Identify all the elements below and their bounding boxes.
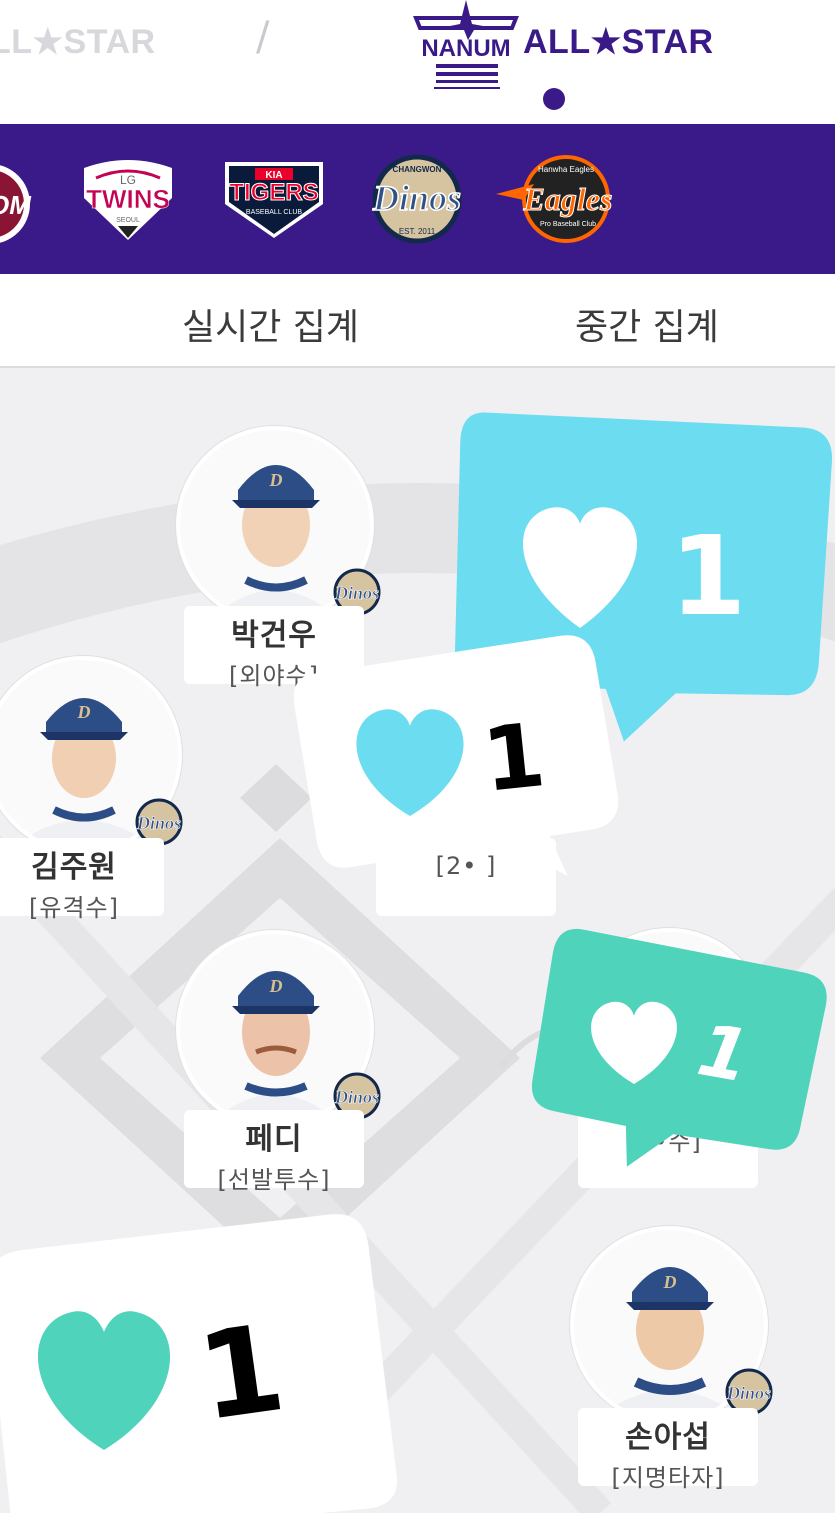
lg-logo-sub: SEOUL <box>116 217 140 224</box>
tab-nanum-allstar[interactable]: ALL★STAR <box>523 22 714 62</box>
team-logo-nc-dinos[interactable]: CHANGWON Dinos EST. 2011 <box>352 154 482 244</box>
kia-logo-text: TIGERS <box>229 179 318 206</box>
team-logo-heroes[interactable]: OM <box>0 164 40 244</box>
player-position: [유격수] <box>29 894 119 922</box>
like-bubble-white-large: 1 <box>0 1214 397 1513</box>
svg-text:Dinos: Dinos <box>136 813 181 833</box>
hanwha-logo-sub: Pro Baseball Club <box>540 221 596 228</box>
vote-count-tabs: 실시간 집계 중간 집계 <box>0 274 835 368</box>
baseball-field: D Dinos 박건우 [외야수] D Dinos 김주원 [유격수] [2• … <box>0 368 835 1513</box>
tab-separator: / <box>256 14 270 60</box>
team-logo-lg-twins[interactable]: LG TWINS SEOUL <box>76 158 180 242</box>
svg-text:D: D <box>269 470 283 490</box>
like-count: 1 <box>670 512 747 640</box>
like-bubble-white: 1 <box>293 635 619 877</box>
lg-logo-text: TWINS <box>86 184 170 214</box>
kia-logo-sub: BASEBALL CLUB <box>246 209 302 216</box>
team-logo-hanwha-eagles[interactable]: Hanwha Eagles Eagles Pro Baseball Club <box>494 154 634 244</box>
team-logo-strip: OM LG TWINS SEOUL KIA TIGERS BASEBALL CL… <box>0 124 835 274</box>
player-nameplate: 페디 [선발투수] <box>184 1110 364 1194</box>
player-nameplate: 손아섭 [지명타자] <box>578 1408 758 1492</box>
nc-logo-top: CHANGWON <box>393 165 442 174</box>
allstar-header: LL★STAR / NANUM ALL★STAR <box>0 0 835 124</box>
tab-realtime-count[interactable]: 실시간 집계 <box>182 298 359 350</box>
tab-interim-count[interactable]: 중간 집계 <box>575 298 719 350</box>
svg-text:D: D <box>269 976 283 996</box>
nanum-logo-icon: NANUM <box>413 0 519 89</box>
svg-text:D: D <box>663 1272 677 1292</box>
nc-logo-sub: EST. 2011 <box>399 227 436 236</box>
player-name: 손아섭 <box>625 1420 711 1455</box>
player-name: 페디 <box>245 1122 303 1157</box>
heroes-logo-text: OM <box>0 190 32 220</box>
hanwha-logo-top: Hanwha Eagles <box>538 165 594 174</box>
svg-text:Dinos: Dinos <box>334 583 379 603</box>
tab-allstar-left[interactable]: LL★STAR <box>0 22 156 62</box>
player-name: 김주원 <box>31 850 117 885</box>
nanum-logo-text: NANUM <box>421 35 510 62</box>
nc-logo-text: Dinos <box>372 178 461 218</box>
hanwha-logo-text: Eagles <box>523 181 613 217</box>
active-tab-indicator <box>543 88 565 110</box>
player-position: [지명타자] <box>611 1464 725 1492</box>
svg-text:D: D <box>77 702 91 722</box>
like-bubble-green: 1 <box>531 928 827 1167</box>
svg-text:Dinos: Dinos <box>726 1383 771 1403</box>
team-logo-kia-tigers[interactable]: KIA TIGERS BASEBALL CLUB <box>219 158 329 242</box>
player-nameplate: 김주원 [유격수] <box>0 838 164 922</box>
svg-text:Dinos: Dinos <box>334 1087 379 1107</box>
like-count: 1 <box>478 703 550 812</box>
